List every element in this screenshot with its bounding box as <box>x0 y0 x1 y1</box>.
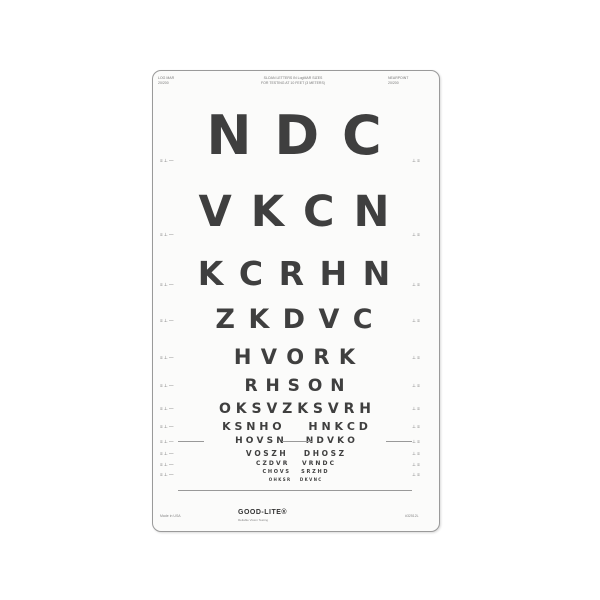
header-right: NEARPOINT 20/200 <box>388 76 408 85</box>
acuity-mark-left: ≡ ⊥ — <box>160 462 174 467</box>
acuity-mark-right: ⊥ ≡ <box>412 451 420 456</box>
acuity-mark-left: ≡ ⊥ — <box>160 472 174 477</box>
chart-row-10: V O S Z H D H O S Z <box>245 449 345 458</box>
header-left-line: 20/200 <box>158 80 169 85</box>
brand-tagline: Reliable Vision Testing <box>238 518 269 522</box>
acuity-mark-left: ≡ ⊥ — <box>160 439 174 444</box>
acuity-mark-left: ≡ ⊥ — <box>160 383 174 388</box>
acuity-mark-left: ≡ ⊥ — <box>160 424 174 429</box>
acuity-mark-right: ⊥ ≡ <box>412 406 420 411</box>
row-divider <box>178 441 204 442</box>
acuity-mark-left: ≡ ⊥ — <box>160 232 174 237</box>
header-right-line: NEARPOINT <box>388 76 409 80</box>
chart-row-1: N D C <box>206 104 384 167</box>
row-divider <box>386 441 412 442</box>
acuity-mark-right: ⊥ ≡ <box>412 282 420 287</box>
chart-row-4: Z K D V C <box>215 304 375 335</box>
footer-made-in: Made in USA <box>160 514 181 518</box>
chart-row-8: K S N H O H N K C D <box>222 420 368 433</box>
acuity-mark-right: ⊥ ≡ <box>412 158 420 163</box>
chart-row-7: O K S V Z K S V R H <box>219 401 371 417</box>
acuity-mark-left: ≡ ⊥ — <box>160 318 174 323</box>
acuity-mark-right: ⊥ ≡ <box>412 232 420 237</box>
header-right-line: 20/200 <box>388 80 399 85</box>
acuity-mark-right: ⊥ ≡ <box>412 355 420 360</box>
bottom-divider <box>178 490 412 491</box>
chart-row-6: R H S O N <box>244 376 346 396</box>
acuity-mark-right: ⊥ ≡ <box>412 318 420 323</box>
acuity-mark-right: ⊥ ≡ <box>412 439 420 444</box>
header-center: SLOAN LETTERS IN LogMAR SIZES FOR TESTIN… <box>238 76 348 85</box>
chart-row-5: H V O R K <box>233 345 357 369</box>
acuity-mark-left: ≡ ⊥ — <box>160 406 174 411</box>
acuity-mark-right: ⊥ ≡ <box>412 383 420 388</box>
chart-row-13: O H K S R D K V N C <box>268 477 322 482</box>
chart-row-2: V K C N <box>198 187 392 237</box>
acuity-mark-right: ⊥ ≡ <box>412 424 420 429</box>
chart-row-11: C Z D V R V R N D C <box>256 460 334 467</box>
acuity-mark-right: ⊥ ≡ <box>412 462 420 467</box>
header-title-line: FOR TESTING AT 10 FEET (3 METERS) <box>261 80 325 85</box>
footer-catalog-number: #32512L <box>405 514 419 518</box>
acuity-mark-left: ≡ ⊥ — <box>160 158 174 163</box>
acuity-mark-right: ⊥ ≡ <box>412 472 420 477</box>
header-left: LOG MAR 20/200 <box>158 76 174 85</box>
chart-row-3: K C R H N <box>197 254 393 293</box>
acuity-mark-left: ≡ ⊥ — <box>160 282 174 287</box>
acuity-mark-left: ≡ ⊥ — <box>160 355 174 360</box>
acuity-mark-left: ≡ ⊥ — <box>160 451 174 456</box>
row-divider <box>282 441 312 442</box>
brand-logo: GOOD-LITE® <box>238 509 288 516</box>
chart-row-12: C H O V S S R Z H D <box>262 469 328 475</box>
header-left-line: LOG MAR <box>158 76 175 80</box>
